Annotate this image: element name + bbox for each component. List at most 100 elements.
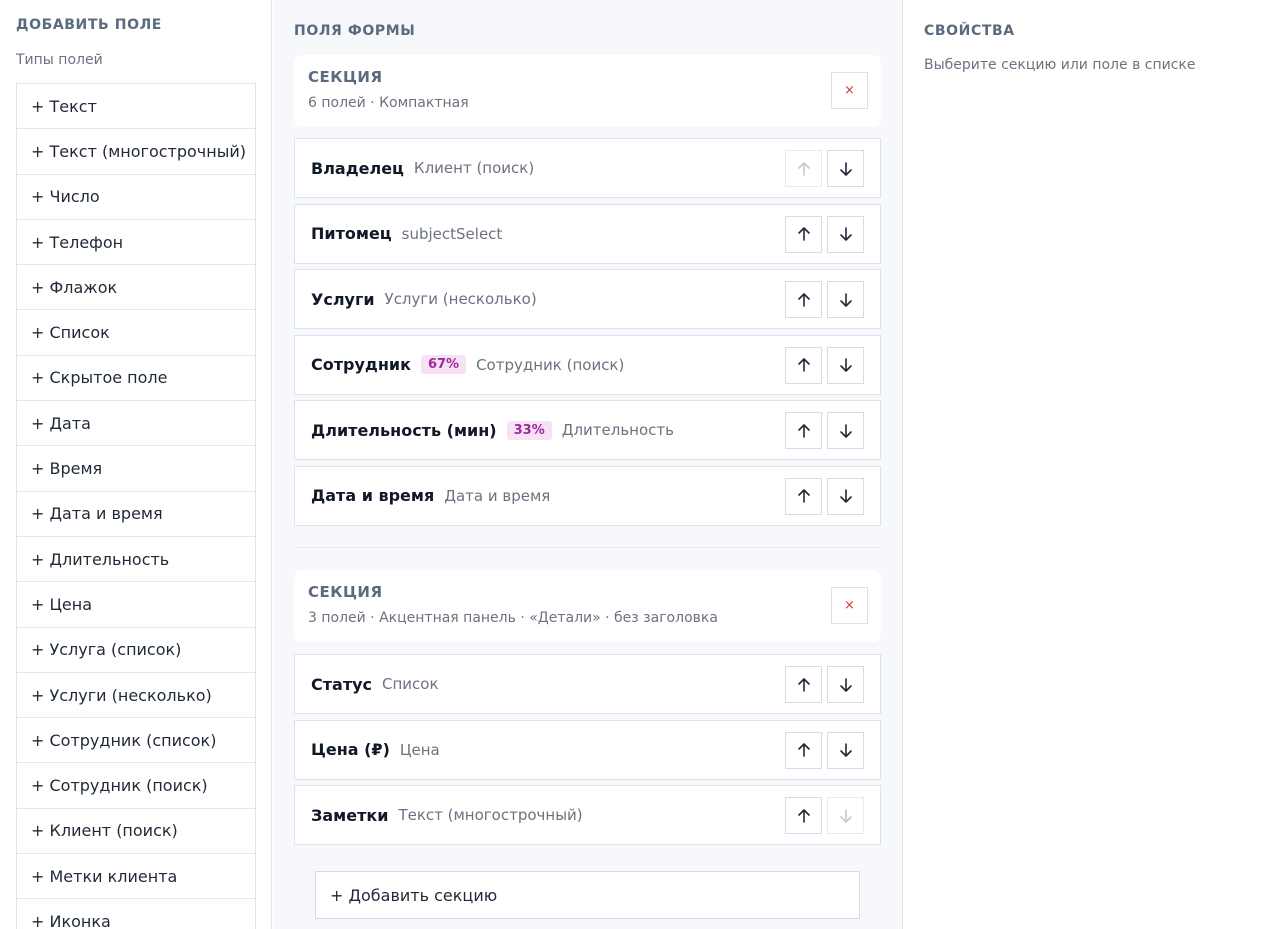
field-type-item[interactable]: + Метки клиента (17, 854, 255, 900)
section-header[interactable]: СЕКЦИЯ 6 полей · Компактная × (294, 55, 881, 127)
field-row[interactable]: Питомец subjectSelect (294, 203, 881, 264)
move-up-button[interactable] (785, 731, 822, 769)
field-row[interactable]: Владелец Клиент (поиск) (294, 138, 881, 198)
arrow-up-icon (797, 227, 810, 241)
section-divider (294, 547, 881, 548)
field-type-list: + Текст + Текст (многострочный) + Число + Т… (16, 83, 256, 929)
reorder-controls (785, 797, 864, 834)
field-type-item[interactable]: + Время (17, 446, 255, 492)
move-up-button[interactable] (785, 797, 822, 834)
arrow-up-icon (797, 358, 810, 372)
arrow-up-icon (797, 161, 810, 176)
field-type-item[interactable]: + Телефон (17, 219, 255, 266)
field-row[interactable]: Заметки Текст (многострочный) (294, 785, 881, 845)
arrow-down-icon (839, 489, 852, 503)
field-type-item[interactable]: + Дата и время (17, 491, 255, 537)
reorder-controls (785, 731, 864, 769)
delete-section-button[interactable]: × (831, 587, 868, 624)
section-meta: 6 полей · Компактная (308, 95, 469, 111)
arrow-down-icon (839, 161, 852, 176)
arrow-down-icon (839, 292, 852, 307)
field-type-item[interactable]: + Флажок (17, 265, 255, 311)
field-row[interactable]: Статус Список (294, 654, 881, 714)
field-type-item[interactable]: + Клиент (поиск) (17, 808, 255, 855)
arrow-down-icon (839, 677, 852, 692)
move-up-button[interactable] (785, 412, 822, 449)
field-type-item[interactable]: + Текст (многострочный) (17, 129, 255, 175)
field-type-item[interactable]: + Услуга (список) (17, 627, 255, 673)
field-type-label: Клиент (поиск) (413, 159, 535, 177)
field-type-item[interactable]: + Сотрудник (поиск) (17, 763, 255, 809)
reorder-controls (785, 346, 864, 384)
field-type-item[interactable]: + Список (17, 310, 255, 356)
move-down-button[interactable] (827, 731, 864, 769)
field-type-item[interactable]: + Длительность (17, 536, 255, 583)
field-name: Владелец (311, 158, 404, 178)
field-row[interactable]: Длительность (мин) 33% Длительность (294, 400, 881, 460)
field-type-item[interactable]: + Скрытое поле (17, 355, 255, 402)
reorder-controls (785, 477, 864, 515)
field-type-item[interactable]: + Дата (17, 401, 255, 447)
section-label: СЕКЦИЯ (308, 68, 383, 86)
form-fields-title: ПОЛЯ ФОРМЫ (294, 23, 416, 39)
section-meta: 3 полей · Акцентная панель · «Детали» · … (308, 610, 718, 626)
move-down-button[interactable] (827, 281, 864, 318)
move-up-button[interactable] (785, 666, 822, 703)
arrow-up-icon (797, 292, 810, 307)
move-down-button[interactable] (827, 477, 864, 515)
field-name: Дата и время (311, 486, 435, 505)
field-row[interactable]: Дата и время Дата и время (294, 465, 881, 526)
move-down-button[interactable] (827, 150, 864, 187)
add-section-button[interactable]: + Добавить секцию (315, 871, 860, 919)
field-type-item[interactable]: + Цена (17, 582, 255, 628)
field-type-item[interactable]: + Сотрудник (список) (17, 718, 255, 764)
arrow-up-icon (797, 743, 810, 757)
arrow-up-icon (797, 808, 810, 823)
move-up-button[interactable] (785, 215, 822, 253)
field-type-label: Услуги (несколько) (384, 290, 537, 308)
field-name: Услуги (311, 289, 375, 309)
reorder-controls (785, 666, 864, 703)
move-up-button[interactable] (785, 477, 822, 515)
delete-section-button[interactable]: × (831, 72, 868, 109)
palette-title: ДОБАВИТЬ ПОЛЕ (16, 17, 162, 33)
field-type-item[interactable]: + Услуги (несколько) (17, 672, 255, 719)
move-down-button[interactable] (827, 346, 864, 384)
arrow-up-icon (797, 423, 810, 438)
reorder-controls (785, 150, 864, 187)
field-row[interactable]: Услуги Услуги (несколько) (294, 269, 881, 329)
field-type-item[interactable]: + Текст (17, 84, 255, 130)
move-up-button[interactable] (785, 150, 822, 187)
field-type-label: Цена (399, 740, 440, 759)
width-badge: 67% (420, 355, 467, 374)
move-up-button[interactable] (785, 281, 822, 318)
move-down-button[interactable] (827, 412, 864, 449)
field-type-label: Длительность (561, 421, 674, 439)
arrow-down-icon (839, 743, 852, 757)
field-type-label: Дата и время (444, 486, 551, 505)
field-type-item[interactable]: + Иконка (17, 899, 255, 929)
palette-subtitle: Типы полей (16, 52, 103, 68)
field-row[interactable]: Цена (₽) Цена (294, 719, 881, 780)
properties-hint: Выберите секцию или поле в списке (924, 57, 1196, 73)
properties-title: СВОЙСТВА (924, 23, 1015, 39)
section-label: СЕКЦИЯ (308, 583, 383, 601)
field-row[interactable]: Сотрудник 67% Сотрудник (поиск) (294, 334, 881, 395)
field-name: Питомец (311, 224, 392, 243)
field-type-item[interactable]: + Число (17, 174, 255, 220)
field-type-label: Сотрудник (поиск) (476, 355, 625, 374)
field-name: Сотрудник (311, 355, 411, 374)
field-name: Статус (311, 674, 372, 694)
move-up-button[interactable] (785, 346, 822, 384)
section-header[interactable]: СЕКЦИЯ 3 полей · Акцентная панель · «Дет… (294, 570, 881, 642)
move-down-button[interactable] (827, 666, 864, 703)
field-palette-panel: ДОБАВИТЬ ПОЛЕ Типы полей + Текст + Текст … (0, 0, 272, 929)
move-down-button[interactable] (827, 797, 864, 834)
field-name: Цена (₽) (311, 740, 390, 759)
field-type-label: Список (382, 675, 439, 693)
field-type-label: Текст (многострочный) (398, 806, 583, 824)
move-down-button[interactable] (827, 215, 864, 253)
width-badge: 33% (506, 420, 552, 440)
reorder-controls (785, 215, 864, 253)
arrow-up-icon (797, 677, 810, 692)
